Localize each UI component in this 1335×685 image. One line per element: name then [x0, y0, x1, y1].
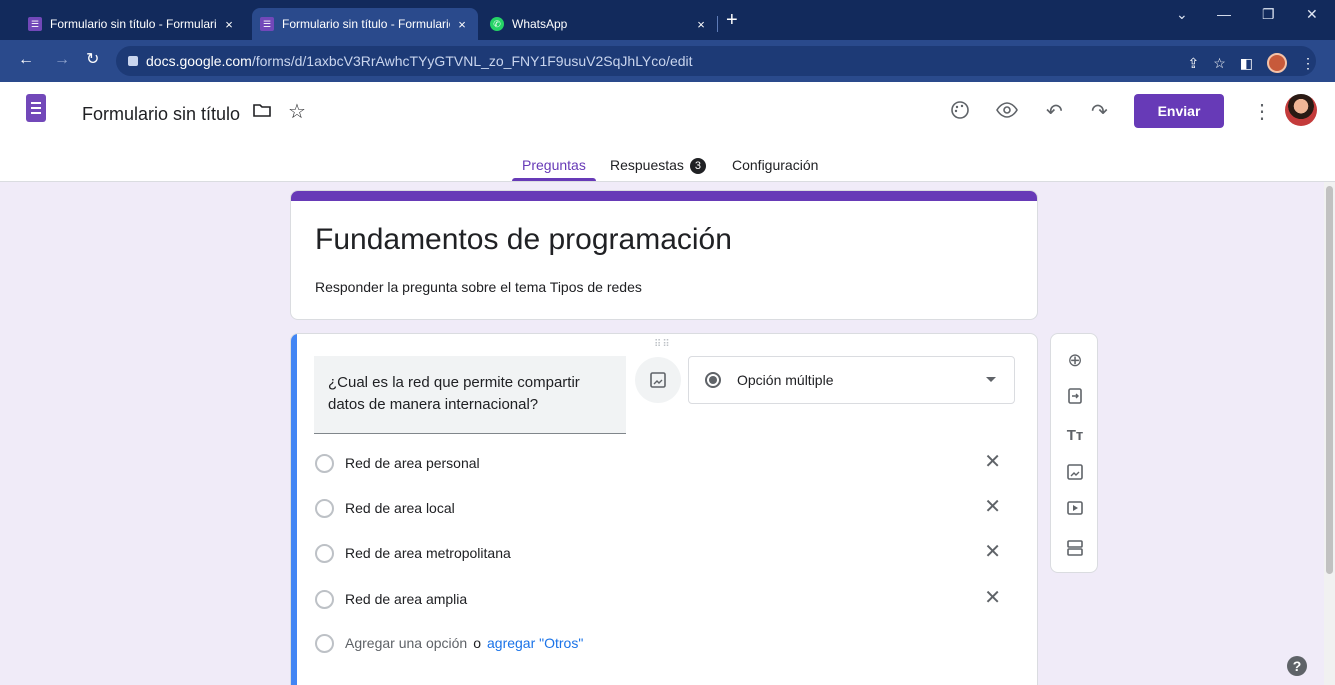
radio-icon [315, 453, 334, 473]
tab-responses[interactable]: Respuestas 3 [610, 157, 706, 174]
add-other-link[interactable]: agregar "Otros" [487, 635, 583, 651]
redo-icon[interactable]: ↷ [1091, 100, 1108, 124]
address-bar-row: ← → ↻ docs.google.com /forms/d/1axbcV3Rr… [0, 40, 1335, 82]
profile-avatar[interactable] [1267, 53, 1287, 73]
dropdown-caret-icon [986, 377, 996, 382]
option-row[interactable]: Red de area local ✕ [315, 493, 1015, 523]
accent-bar [291, 191, 1037, 201]
undo-icon[interactable]: ↶ [1046, 100, 1063, 124]
share-icon[interactable]: ⇪ [1187, 55, 1199, 72]
browser-actions: ⇪ ☆ ◧ ⋮ [1187, 53, 1315, 73]
browser-tab[interactable]: ☰ Formulario sin título - Formulario × [20, 8, 245, 40]
remove-option-icon[interactable]: ✕ [984, 452, 1001, 472]
radio-button-icon [705, 372, 721, 388]
remove-option-icon[interactable]: ✕ [984, 497, 1001, 517]
option-row[interactable]: Red de area personal ✕ [315, 448, 1015, 478]
radio-icon [315, 589, 334, 609]
import-questions-icon[interactable] [1051, 382, 1099, 410]
close-icon[interactable]: × [221, 17, 237, 32]
responses-count-badge: 3 [689, 158, 706, 174]
url-path: /forms/d/1axbcV3RrAwhcTYyGTVNL_zo_FNY1F9… [251, 53, 693, 69]
browser-tab[interactable]: ✆ WhatsApp × [482, 8, 717, 40]
new-tab-button[interactable]: + [726, 10, 738, 30]
tab-search-icon[interactable]: ⌄ [1176, 6, 1188, 23]
add-option-row: Agregar una opción o agregar "Otros" [315, 628, 1015, 658]
side-panel-icon[interactable]: ◧ [1240, 55, 1253, 72]
url-host: docs.google.com [146, 53, 252, 69]
restore-icon[interactable]: ❐ [1262, 6, 1275, 23]
tab-responses-label: Respuestas [610, 157, 684, 173]
add-image-button[interactable] [635, 357, 681, 403]
add-question-icon[interactable]: ⊕ [1051, 346, 1099, 374]
question-type-select[interactable]: Opción múltiple [688, 356, 1015, 404]
question-type-label: Opción múltiple [737, 372, 834, 388]
more-options-icon[interactable]: ⋮ [1252, 100, 1272, 124]
option-label[interactable]: Red de area metropolitana [345, 545, 511, 561]
page-scrollbar[interactable] [1324, 182, 1335, 685]
tab-questions[interactable]: Preguntas [522, 157, 586, 173]
add-section-icon[interactable] [1051, 534, 1099, 562]
palette-icon[interactable] [950, 100, 970, 126]
radio-icon [315, 498, 334, 518]
close-window-icon[interactable]: ✕ [1306, 6, 1318, 23]
option-row[interactable]: Red de area amplia ✕ [315, 584, 1015, 614]
close-icon[interactable]: × [693, 17, 709, 32]
form-tabs: Preguntas Respuestas 3 Configuración [0, 157, 1335, 182]
radio-icon [315, 543, 334, 563]
remove-option-icon[interactable]: ✕ [984, 588, 1001, 608]
scrollbar-thumb[interactable] [1326, 186, 1333, 574]
add-video-icon[interactable] [1051, 494, 1099, 522]
forms-logo-icon[interactable] [26, 94, 46, 122]
user-avatar[interactable] [1285, 94, 1317, 126]
or-label: o [473, 635, 481, 651]
option-label[interactable]: Red de area amplia [345, 591, 467, 607]
minimize-icon[interactable]: — [1217, 6, 1231, 22]
browser-tab-label: Formulario sin título - Formulario [50, 17, 217, 31]
add-title-icon[interactable]: Tт [1051, 421, 1099, 449]
folder-icon[interactable] [252, 100, 272, 126]
active-tab-indicator [512, 178, 596, 181]
bookmark-star-icon[interactable]: ☆ [1213, 55, 1226, 72]
image-icon [650, 372, 666, 388]
send-button[interactable]: Enviar [1134, 94, 1224, 128]
radio-icon [315, 633, 334, 653]
forms-icon: ☰ [28, 17, 42, 31]
preview-eye-icon[interactable] [996, 100, 1018, 126]
form-title[interactable]: Fundamentos de programación [315, 223, 732, 257]
active-question-indicator [291, 334, 297, 685]
close-icon[interactable]: × [454, 17, 470, 32]
back-icon[interactable]: ← [18, 51, 34, 69]
add-option-link[interactable]: Agregar una opción [345, 635, 467, 651]
url-bar[interactable]: docs.google.com /forms/d/1axbcV3RrAwhcTY… [116, 46, 1316, 76]
document-title[interactable]: Formulario sin título [82, 104, 240, 125]
form-description[interactable]: Responder la pregunta sobre el tema Tipo… [315, 279, 642, 295]
question-title-input[interactable]: ¿Cual es la red que permite compartir da… [314, 356, 626, 434]
side-toolbar: ⊕ Tт [1050, 333, 1098, 573]
option-label[interactable]: Red de area personal [345, 455, 480, 471]
reload-icon[interactable]: ↻ [86, 51, 99, 69]
lock-icon [128, 56, 138, 66]
whatsapp-icon: ✆ [490, 17, 504, 31]
star-icon[interactable]: ☆ [288, 100, 306, 124]
browser-tab-label: WhatsApp [512, 17, 568, 31]
add-image-icon[interactable] [1051, 458, 1099, 486]
browser-tab-active[interactable]: ☰ Formulario sin título - Formulario × [252, 8, 478, 40]
forward-icon[interactable]: → [54, 51, 70, 69]
browser-tab-label: Formulario sin título - Formulario [282, 17, 450, 31]
browser-menu-icon[interactable]: ⋮ [1301, 55, 1315, 72]
help-icon[interactable]: ? [1287, 656, 1307, 676]
option-label[interactable]: Red de area local [345, 500, 455, 516]
tab-settings[interactable]: Configuración [732, 157, 818, 173]
forms-header: Formulario sin título ☆ ↶ ↷ Enviar ⋮ Pre… [0, 82, 1335, 182]
tab-separator [717, 16, 718, 32]
drag-handle-icon[interactable]: ⠿⠿ [654, 339, 671, 350]
forms-icon: ☰ [260, 17, 274, 31]
browser-tab-strip: ☰ Formulario sin título - Formulario × ☰… [0, 0, 1335, 40]
form-title-card[interactable]: Fundamentos de programación Responder la… [290, 190, 1038, 320]
remove-option-icon[interactable]: ✕ [984, 542, 1001, 562]
option-row[interactable]: Red de area metropolitana ✕ [315, 538, 1015, 568]
question-card[interactable]: ⠿⠿ ¿Cual es la red que permite compartir… [290, 333, 1038, 685]
